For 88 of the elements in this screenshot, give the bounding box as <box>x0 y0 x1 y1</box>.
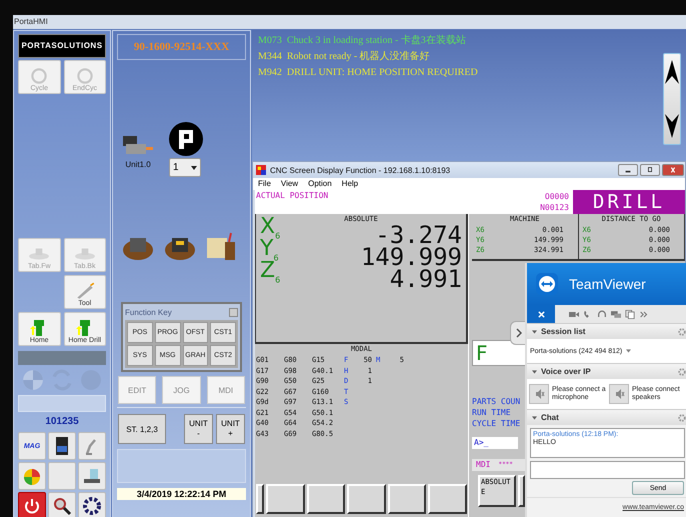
maximize-button[interactable] <box>640 164 660 176</box>
app-title: TeamViewer <box>569 276 646 292</box>
unit-button[interactable]: UNIT + <box>216 414 245 444</box>
settings-icon[interactable] <box>678 328 686 336</box>
audio-button[interactable] <box>529 384 549 404</box>
collapse-icon[interactable] <box>532 330 537 334</box>
unit-dropdown[interactable]: 1 <box>169 158 201 177</box>
unit-label: Unit1.0 <box>125 160 151 169</box>
computer-button[interactable] <box>78 462 106 490</box>
p-logo-icon <box>169 122 203 156</box>
menu-item[interactable]: View <box>280 178 298 190</box>
section-title: Voice over IP <box>541 367 592 376</box>
menu-item[interactable]: Help <box>342 178 358 190</box>
window-title: CNC Screen Display Function - 192.168.1.10:8193 <box>270 166 452 174</box>
part-number: 90-1600-92514-XXX <box>117 34 246 60</box>
audio-button[interactable] <box>609 384 629 404</box>
settings-icon[interactable] <box>678 368 686 376</box>
close-button[interactable] <box>527 305 555 323</box>
chat-input[interactable] <box>530 461 685 479</box>
more-icon[interactable] <box>639 310 649 318</box>
menu-item[interactable]: Option <box>308 178 332 190</box>
axis-label: Z$_{6}$ <box>260 260 280 286</box>
input-field[interactable]: A>_ <box>472 437 518 449</box>
muted-microphone-icon <box>533 388 545 400</box>
soft-key[interactable] <box>306 484 346 514</box>
mode-indicator: DRILL <box>573 190 685 214</box>
video-icon[interactable] <box>569 310 579 318</box>
section-title: Chat <box>541 413 560 422</box>
settings-button[interactable] <box>78 492 106 517</box>
soft-key[interactable] <box>388 484 426 514</box>
collapse-icon[interactable] <box>532 370 537 374</box>
minimize-button[interactable] <box>618 164 638 176</box>
computer-icon <box>82 466 102 486</box>
counter-label: RUN TIME <box>472 407 511 418</box>
axis-value: 4.991 <box>390 267 462 291</box>
search-icon <box>52 496 72 516</box>
status-mode: MDI <box>476 459 490 471</box>
panel-title: Function Key <box>125 308 172 316</box>
maximize-icon <box>646 167 654 173</box>
part-counter: 101235 <box>44 416 80 428</box>
down-arrow-icon[interactable] <box>665 112 679 140</box>
station-button[interactable]: ST. 1,2,3 <box>118 414 166 444</box>
target-icon <box>22 369 44 391</box>
close-icon <box>669 167 677 173</box>
settings-icon <box>82 496 102 516</box>
alarm-message: M073 Chuck 3 in loading station - 卡盘3在装载站 <box>258 35 467 47</box>
soft-key[interactable] <box>518 475 525 507</box>
axis-value: 149.999 <box>360 245 462 269</box>
unit-button[interactable]: UNIT - <box>184 414 213 444</box>
app-icon <box>256 165 266 175</box>
files-icon[interactable] <box>625 310 635 318</box>
menu-item[interactable]: File <box>258 178 271 190</box>
book-button[interactable] <box>48 432 76 460</box>
chart-button[interactable] <box>18 462 46 490</box>
sequence-number: N00123 <box>540 202 569 213</box>
alarm-message: M942 DRILL UNIT: HOME POSITION REQUIRED <box>258 67 478 79</box>
chevron-icon <box>516 328 522 338</box>
dropdown-icon[interactable] <box>626 349 632 353</box>
headset-icon[interactable] <box>597 310 607 318</box>
settings-icon[interactable] <box>678 414 686 422</box>
screen-heading: ACTUAL POSITION <box>255 190 330 202</box>
scroll-buttons[interactable] <box>663 53 681 145</box>
caret-icon <box>191 166 197 170</box>
feed-label: F <box>475 341 488 365</box>
pie-chart-icon <box>22 466 42 486</box>
search-button[interactable] <box>48 492 76 517</box>
soft-key[interactable] <box>347 484 386 514</box>
counter-label: PARTS COUN <box>472 396 520 407</box>
collapse-icon[interactable] <box>532 416 537 420</box>
alarm-message: M344 Robot not ready - 机器人没准备好 <box>258 51 431 63</box>
up-arrow-icon[interactable] <box>665 58 679 86</box>
soft-key[interactable] <box>428 484 467 514</box>
program-number: O0000 <box>544 191 569 202</box>
section-title: Session list <box>541 327 586 336</box>
power-button[interactable] <box>18 492 46 517</box>
collapse-tab[interactable] <box>510 321 526 345</box>
soft-key[interactable] <box>256 484 264 514</box>
axis-value: -3.274 <box>375 223 462 247</box>
muted-speaker-icon <box>613 388 625 400</box>
soft-key[interactable] <box>266 484 305 514</box>
counter-label: CYCLE TIME <box>472 418 520 429</box>
power-icon <box>22 496 42 516</box>
company-logo: PORTASOLUTIONS <box>18 34 106 58</box>
date-time: 3/4/2019 12:22:14 PM <box>117 488 246 500</box>
close-button[interactable] <box>662 164 684 176</box>
window-title: PortaHMI <box>13 16 49 28</box>
close-icon <box>538 310 544 318</box>
chat-icon[interactable] <box>611 310 621 318</box>
